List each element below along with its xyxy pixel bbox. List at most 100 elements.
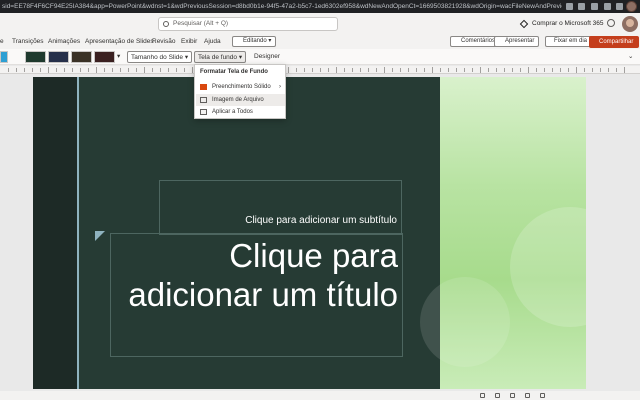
browser-address-bar[interactable]: sid=EE78F4F6CF94E25IA384&app=PowerPoint&…: [0, 0, 640, 13]
editing-mode-button[interactable]: Editando ▾: [232, 36, 277, 47]
reading-view-icon[interactable]: [525, 393, 530, 398]
search-icon: [163, 21, 169, 27]
sorter-view-icon[interactable]: [510, 393, 515, 398]
slide-canvas[interactable]: Clique para adicionar um subtítulo Cliqu…: [33, 77, 586, 389]
ruler-tick: [344, 68, 345, 72]
diamond-icon: [519, 19, 529, 29]
tab-design[interactable]: e: [0, 35, 4, 49]
ruler-tick: [128, 68, 129, 72]
ruler-tick: [448, 68, 449, 72]
background-button[interactable]: Tela de fundo ▾: [194, 51, 247, 63]
status-bar: [0, 391, 640, 400]
ruler-tick: [360, 68, 361, 72]
image-icon: [200, 97, 207, 103]
tab-review[interactable]: Revisão: [152, 35, 175, 49]
present-button[interactable]: Apresentar: [494, 36, 540, 47]
chevron-right-icon: ›: [279, 84, 281, 90]
slide-accent-bar: [77, 77, 79, 389]
theme-thumb-2[interactable]: [25, 51, 46, 63]
designer-label: Designer: [254, 53, 281, 60]
ruler-tick: [8, 68, 9, 72]
ruler-tick: [40, 68, 41, 72]
menu-item-label: Aplicar a Todos: [212, 109, 253, 115]
ruler-tick: [456, 68, 457, 72]
ruler-tick: [616, 68, 617, 72]
ruler-tick: [296, 68, 297, 72]
slide-size-button[interactable]: Tamanho do Slide ▾: [127, 51, 193, 63]
buy-microsoft-365-button[interactable]: Comprar o Microsoft 365: [519, 17, 604, 31]
ruler-tick: [152, 68, 153, 72]
bokeh-circle: [420, 277, 510, 367]
normal-view-icon[interactable]: [495, 393, 500, 398]
gear-icon[interactable]: [607, 19, 615, 27]
browser-profile-avatar[interactable]: [626, 1, 637, 12]
menu-header: Formatar Tela de Fundo: [200, 69, 268, 75]
ruler-tick: [624, 67, 625, 73]
search-input[interactable]: Pesquisar (Alt + Q): [158, 17, 338, 31]
designer-button[interactable]: Designer: [254, 51, 280, 63]
ruler-tick: [56, 68, 57, 72]
ruler-tick: [336, 67, 337, 73]
ruler-tick: [472, 68, 473, 72]
ruler-tick: [536, 68, 537, 72]
slide-size-label: Tamanho do Slide: [131, 54, 184, 61]
editing-label: Editando: [243, 38, 267, 44]
live-button[interactable]: Fixar em dia: [545, 36, 593, 47]
tab-slideshow[interactable]: Apresentação de Slides: [85, 35, 154, 49]
notes-icon[interactable]: [480, 393, 485, 398]
present-label: Apresentar: [505, 38, 535, 44]
chevron-down-icon[interactable]: ⌄: [628, 51, 633, 63]
ruler-tick: [424, 68, 425, 72]
avatar[interactable]: [622, 16, 638, 32]
ruler-tick: [408, 68, 409, 72]
url-text[interactable]: sid=EE78F4F6CF94E25IA384&app=PowerPoint&…: [2, 0, 562, 13]
menu-item-apply-all[interactable]: Aplicar a Todos: [196, 106, 285, 118]
window-icon[interactable]: [616, 3, 623, 10]
ruler-tick: [440, 68, 441, 72]
slideshow-icon[interactable]: [540, 393, 545, 398]
subtitle-text: Clique para adicionar um subtítulo: [245, 215, 397, 226]
comments-label: Comentários: [461, 38, 496, 44]
theme-thumb-3[interactable]: [48, 51, 69, 63]
theme-thumb-4[interactable]: [71, 51, 92, 63]
tab-transitions[interactable]: Transições: [12, 35, 44, 49]
comments-button[interactable]: Comentários: [450, 36, 501, 47]
ruler-tick: [104, 68, 105, 72]
ruler-tick: [96, 67, 97, 73]
ruler-tick: [16, 68, 17, 72]
slide-green-panel: [420, 77, 586, 389]
ruler-tick: [528, 67, 529, 73]
menu-item-label: Imagem de Arquivo: [212, 97, 264, 103]
ruler-tick: [384, 67, 385, 73]
ruler-tick: [480, 67, 481, 73]
background-label: Tela de fundo: [198, 54, 238, 61]
extension-icon[interactable]: [566, 3, 573, 10]
ruler-tick: [512, 68, 513, 72]
ruler-tick: [592, 68, 593, 72]
theme-thumb-5[interactable]: [94, 51, 115, 63]
share-button[interactable]: Compartilhar: [589, 36, 639, 48]
tab-animations[interactable]: Animações: [48, 35, 80, 49]
ruler-tick: [136, 68, 137, 72]
ruler-tick: [88, 68, 89, 72]
tab-view[interactable]: Exibir: [181, 35, 197, 49]
ruler-tick: [160, 68, 161, 72]
theme-thumb-1[interactable]: [0, 51, 8, 63]
shield-icon[interactable]: [578, 3, 585, 10]
title-placeholder[interactable]: Clique para adicionar um título: [110, 233, 403, 357]
menu-item-image-file[interactable]: Imagem de Arquivo: [196, 94, 285, 106]
puzzle-icon[interactable]: [591, 3, 598, 10]
office-title-bar: Pesquisar (Alt + Q) Comprar o Microsoft …: [0, 13, 640, 35]
format-background-menu: Formatar Tela de Fundo Preenchimento Sól…: [194, 64, 286, 119]
ruler-tick: [64, 68, 65, 72]
search-placeholder: Pesquisar (Alt + Q): [173, 20, 229, 27]
ruler-tick: [568, 68, 569, 72]
slide-left-band: [33, 77, 77, 389]
ruler-tick: [168, 68, 169, 72]
sidebar-icon[interactable]: [604, 3, 611, 10]
subtitle-placeholder[interactable]: Clique para adicionar um subtítulo: [159, 180, 402, 235]
tab-help[interactable]: Ajuda: [204, 35, 221, 49]
chevron-down-icon[interactable]: ▾: [117, 51, 120, 63]
menu-item-solid-fill[interactable]: Preenchimento Sólido ›: [196, 81, 285, 93]
ruler-tick: [496, 68, 497, 72]
